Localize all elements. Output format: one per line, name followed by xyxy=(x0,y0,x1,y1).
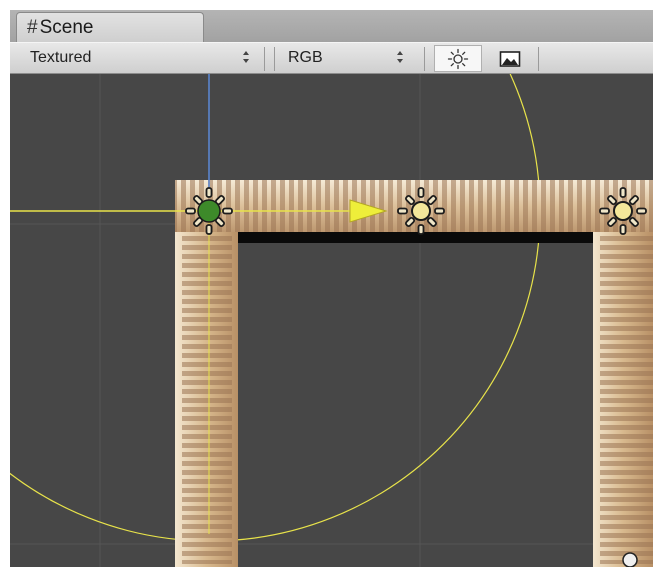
toolbar-divider xyxy=(264,47,265,71)
gizmo-handle[interactable] xyxy=(622,552,638,567)
wall-shadow xyxy=(238,232,593,243)
toolbar-divider xyxy=(424,47,425,71)
scene-window: # Scene Textured RGB xyxy=(10,10,653,567)
tab-bar: # Scene xyxy=(10,10,653,42)
tab-scene-label: Scene xyxy=(39,16,94,38)
render-mode-dropdown[interactable]: RGB xyxy=(280,46,412,70)
light-range-circle xyxy=(10,74,541,542)
scene-grid xyxy=(10,74,653,567)
scene-canvas xyxy=(10,74,653,567)
scene-grid-icon: # xyxy=(27,16,38,38)
scene-viewport[interactable] xyxy=(10,74,653,567)
floor-left-column xyxy=(175,232,238,567)
sun-icon xyxy=(447,48,469,69)
draw-mode-value: Textured xyxy=(30,49,92,66)
toolbar-divider xyxy=(274,47,275,71)
render-mode-value: RGB xyxy=(288,49,323,66)
scene-lighting-toggle[interactable] xyxy=(434,45,482,72)
image-icon xyxy=(499,50,521,67)
updown-arrows-icon xyxy=(243,51,249,63)
draw-mode-dropdown[interactable]: Textured xyxy=(22,46,258,70)
tab-scene[interactable]: # Scene xyxy=(16,12,204,42)
floor-right-column xyxy=(593,232,653,567)
updown-arrows-icon xyxy=(397,51,403,63)
scene-toolbar: Textured RGB xyxy=(10,42,653,74)
scene-view-toggle[interactable] xyxy=(486,45,534,72)
toolbar-divider xyxy=(538,47,539,71)
